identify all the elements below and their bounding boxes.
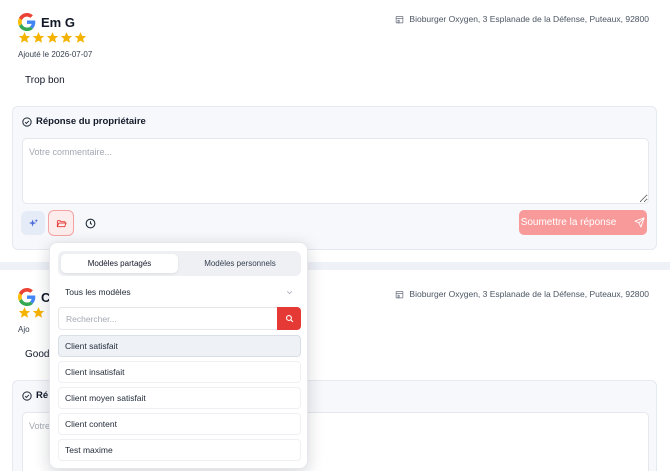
reply-textarea[interactable]	[22, 138, 649, 204]
store-icon	[396, 15, 404, 23]
template-item[interactable]: Client insatisfait	[58, 361, 301, 383]
template-item[interactable]: Client content	[58, 413, 301, 435]
template-search-input[interactable]	[58, 307, 277, 330]
template-item[interactable]: Client moyen satisfait	[58, 387, 301, 409]
reviewer-name: Em G	[41, 15, 75, 30]
added-date: Ajo	[18, 325, 30, 334]
submit-label: Soumettre la réponse	[520, 217, 617, 228]
template-filter-value: Tous les modèles	[65, 287, 131, 297]
location-text: Bioburger Oxygen, 3 Esplanade de la Défe…	[409, 289, 649, 299]
location-label: Bioburger Oxygen, 3 Esplanade de la Défe…	[395, 289, 649, 299]
tab-shared-templates[interactable]: Modèles partagés	[61, 254, 178, 273]
star-icon	[18, 307, 31, 318]
google-logo-icon	[18, 13, 36, 31]
rating-stars	[18, 306, 45, 319]
history-button[interactable]	[78, 211, 102, 235]
star-icon	[18, 32, 31, 43]
search-icon	[285, 314, 293, 323]
check-circle-icon	[22, 116, 32, 127]
location-label: Bioburger Oxygen, 3 Esplanade de la Défe…	[395, 14, 649, 24]
check-circle-icon	[22, 390, 32, 401]
template-search-button[interactable]	[277, 307, 301, 330]
chevron-down-icon	[286, 290, 293, 294]
send-icon	[634, 217, 645, 228]
template-item[interactable]: Client satisfait	[58, 335, 301, 357]
templates-button[interactable]	[48, 210, 74, 236]
location-text: Bioburger Oxygen, 3 Esplanade de la Défe…	[409, 14, 649, 24]
review-comment: Good	[25, 349, 50, 360]
review-card: Em G Ajouté le 2026-07-07 Bioburger Oxyg…	[0, 0, 670, 262]
template-search	[58, 307, 301, 330]
review-comment: Trop bon	[25, 75, 65, 86]
template-tabs: Modèles partagés Modèles personnels	[58, 251, 301, 276]
sparkles-icon	[28, 218, 38, 227]
star-icon	[74, 32, 87, 43]
rating-stars	[18, 31, 87, 44]
reply-title: Ré	[22, 390, 48, 401]
clock-icon	[85, 218, 95, 228]
star-icon	[32, 32, 45, 43]
star-icon	[32, 307, 45, 318]
added-date: Ajouté le 2026-07-07	[18, 50, 93, 59]
template-filter-select[interactable]: Tous les modèles	[58, 281, 301, 303]
google-logo-icon	[18, 288, 36, 306]
template-item[interactable]: Test maxime	[58, 439, 301, 461]
templates-popup: Modèles partagés Modèles personnels Tous…	[49, 242, 308, 469]
ai-generate-button[interactable]	[21, 211, 45, 235]
tab-personal-templates[interactable]: Modèles personnels	[182, 254, 298, 273]
store-icon	[396, 290, 404, 298]
reply-title: Réponse du propriétaire	[22, 116, 146, 127]
submit-reply-button[interactable]: Soumettre la réponse	[519, 210, 647, 235]
star-icon	[60, 32, 73, 43]
star-icon	[46, 32, 59, 43]
folder-open-icon	[56, 219, 67, 227]
